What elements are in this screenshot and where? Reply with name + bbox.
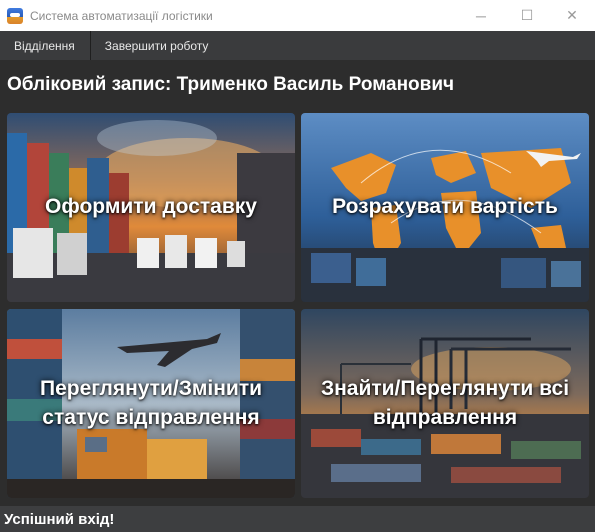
app-icon [7,7,23,24]
menu-item-logout[interactable]: Завершити роботу [91,31,223,60]
change-status-tile[interactable]: Переглянути/Змінити статус відправлення [7,309,295,498]
minimize-button[interactable]: ─ [458,0,504,31]
close-button[interactable]: ✕ [549,0,595,31]
window-title: Система автоматизації логістики [30,8,213,23]
change-status-label: Переглянути/Змінити статус відправлення [39,377,263,429]
account-label: Обліковий запис: Трименко Василь Романов… [7,74,455,95]
find-shipments-tile[interactable]: Знайти/Переглянути всі відправлення [301,309,589,498]
status-text: Успішний вхід! [4,510,115,528]
calculate-cost-label: Розрахувати вартість [332,195,558,219]
window-titlebar: Система автоматизації логістики ─ ☐ ✕ [0,0,595,31]
maximize-icon: ☐ [520,7,534,23]
minimize-icon: ─ [476,7,486,24]
menu-item-branches[interactable]: Відділення [0,31,91,60]
menubar: Відділення Завершити роботу [0,31,595,60]
find-shipments-label: Знайти/Переглянути всі відправлення [320,377,570,429]
maximize-button[interactable]: ☐ [504,0,550,31]
create-delivery-tile[interactable]: Оформити доставку [7,113,295,302]
create-delivery-label: Оформити доставку [45,195,257,219]
statusbar: Успішний вхід! [0,506,595,532]
calculate-cost-tile[interactable]: Розрахувати вартість [301,113,589,302]
main-content: Обліковий запис: Трименко Василь Романов… [0,60,595,506]
close-icon: ✕ [566,7,578,23]
